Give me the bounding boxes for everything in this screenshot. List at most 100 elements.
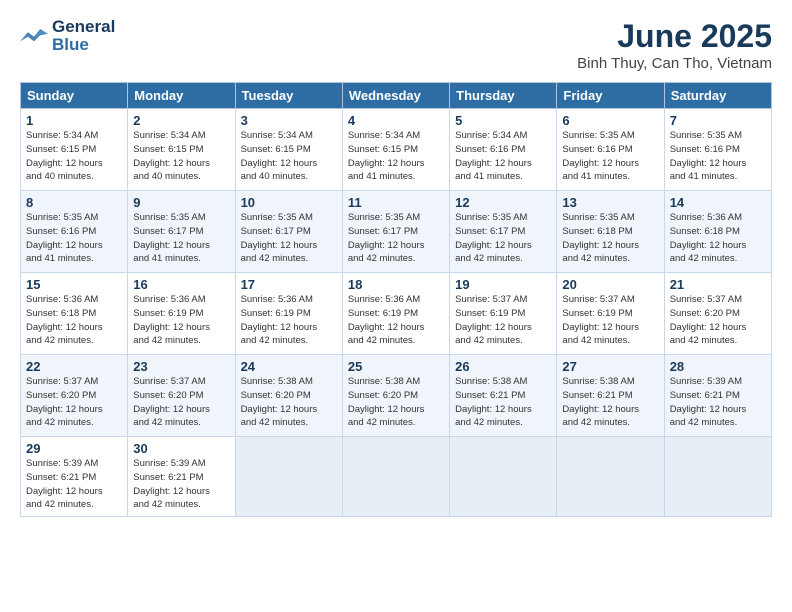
calendar-cell: 19Sunrise: 5:37 AM Sunset: 6:19 PM Dayli… [450,273,557,355]
day-info: Sunrise: 5:37 AM Sunset: 6:19 PM Dayligh… [562,293,658,348]
day-number: 11 [348,195,444,210]
day-number: 8 [26,195,122,210]
day-info: Sunrise: 5:35 AM Sunset: 6:17 PM Dayligh… [455,211,551,266]
day-info: Sunrise: 5:35 AM Sunset: 6:17 PM Dayligh… [348,211,444,266]
day-number: 9 [133,195,229,210]
calendar-subtitle: Binh Thuy, Can Tho, Vietnam [577,55,772,72]
calendar-cell: 16Sunrise: 5:36 AM Sunset: 6:19 PM Dayli… [128,273,235,355]
day-info: Sunrise: 5:38 AM Sunset: 6:21 PM Dayligh… [455,375,551,430]
calendar-table: Sunday Monday Tuesday Wednesday Thursday… [20,82,772,517]
calendar-cell: 27Sunrise: 5:38 AM Sunset: 6:21 PM Dayli… [557,355,664,437]
day-info: Sunrise: 5:34 AM Sunset: 6:15 PM Dayligh… [133,129,229,184]
calendar-cell [450,437,557,517]
day-number: 17 [241,277,337,292]
calendar-cell: 9Sunrise: 5:35 AM Sunset: 6:17 PM Daylig… [128,191,235,273]
day-number: 23 [133,359,229,374]
calendar-cell: 13Sunrise: 5:35 AM Sunset: 6:18 PM Dayli… [557,191,664,273]
day-info: Sunrise: 5:36 AM Sunset: 6:18 PM Dayligh… [670,211,766,266]
day-info: Sunrise: 5:35 AM Sunset: 6:16 PM Dayligh… [26,211,122,266]
day-info: Sunrise: 5:35 AM Sunset: 6:17 PM Dayligh… [241,211,337,266]
header-thursday: Thursday [450,83,557,109]
calendar-cell: 22Sunrise: 5:37 AM Sunset: 6:20 PM Dayli… [21,355,128,437]
calendar-cell [557,437,664,517]
day-info: Sunrise: 5:39 AM Sunset: 6:21 PM Dayligh… [26,457,122,512]
calendar-cell [664,437,771,517]
calendar-cell: 10Sunrise: 5:35 AM Sunset: 6:17 PM Dayli… [235,191,342,273]
calendar-cell: 12Sunrise: 5:35 AM Sunset: 6:17 PM Dayli… [450,191,557,273]
day-number: 29 [26,441,122,456]
day-info: Sunrise: 5:34 AM Sunset: 6:15 PM Dayligh… [348,129,444,184]
header: General Blue June 2025 Binh Thuy, Can Th… [20,18,772,72]
header-saturday: Saturday [664,83,771,109]
day-info: Sunrise: 5:36 AM Sunset: 6:18 PM Dayligh… [26,293,122,348]
day-number: 28 [670,359,766,374]
day-number: 30 [133,441,229,456]
calendar-cell: 3Sunrise: 5:34 AM Sunset: 6:15 PM Daylig… [235,109,342,191]
calendar-cell: 21Sunrise: 5:37 AM Sunset: 6:20 PM Dayli… [664,273,771,355]
calendar-cell: 8Sunrise: 5:35 AM Sunset: 6:16 PM Daylig… [21,191,128,273]
day-number: 20 [562,277,658,292]
day-number: 27 [562,359,658,374]
calendar-cell: 5Sunrise: 5:34 AM Sunset: 6:16 PM Daylig… [450,109,557,191]
day-number: 22 [26,359,122,374]
day-info: Sunrise: 5:35 AM Sunset: 6:16 PM Dayligh… [562,129,658,184]
day-number: 14 [670,195,766,210]
calendar-cell: 17Sunrise: 5:36 AM Sunset: 6:19 PM Dayli… [235,273,342,355]
day-info: Sunrise: 5:37 AM Sunset: 6:20 PM Dayligh… [133,375,229,430]
logo: General Blue [20,18,115,54]
day-number: 3 [241,113,337,128]
calendar-cell: 4Sunrise: 5:34 AM Sunset: 6:15 PM Daylig… [342,109,449,191]
calendar-cell: 11Sunrise: 5:35 AM Sunset: 6:17 PM Dayli… [342,191,449,273]
calendar-cell: 1Sunrise: 5:34 AM Sunset: 6:15 PM Daylig… [21,109,128,191]
calendar-cell: 24Sunrise: 5:38 AM Sunset: 6:20 PM Dayli… [235,355,342,437]
calendar-page: General Blue June 2025 Binh Thuy, Can Th… [0,0,792,612]
calendar-cell [342,437,449,517]
calendar-cell: 28Sunrise: 5:39 AM Sunset: 6:21 PM Dayli… [664,355,771,437]
day-info: Sunrise: 5:34 AM Sunset: 6:15 PM Dayligh… [26,129,122,184]
day-number: 19 [455,277,551,292]
calendar-cell: 30Sunrise: 5:39 AM Sunset: 6:21 PM Dayli… [128,437,235,517]
day-number: 13 [562,195,658,210]
day-info: Sunrise: 5:36 AM Sunset: 6:19 PM Dayligh… [348,293,444,348]
calendar-cell: 14Sunrise: 5:36 AM Sunset: 6:18 PM Dayli… [664,191,771,273]
day-info: Sunrise: 5:35 AM Sunset: 6:18 PM Dayligh… [562,211,658,266]
calendar-cell [235,437,342,517]
header-monday: Monday [128,83,235,109]
day-number: 21 [670,277,766,292]
day-info: Sunrise: 5:36 AM Sunset: 6:19 PM Dayligh… [133,293,229,348]
day-number: 5 [455,113,551,128]
header-friday: Friday [557,83,664,109]
calendar-cell: 25Sunrise: 5:38 AM Sunset: 6:20 PM Dayli… [342,355,449,437]
day-info: Sunrise: 5:37 AM Sunset: 6:20 PM Dayligh… [26,375,122,430]
calendar-cell: 2Sunrise: 5:34 AM Sunset: 6:15 PM Daylig… [128,109,235,191]
day-info: Sunrise: 5:39 AM Sunset: 6:21 PM Dayligh… [133,457,229,512]
calendar-title: June 2025 [577,18,772,55]
header-wednesday: Wednesday [342,83,449,109]
day-number: 25 [348,359,444,374]
day-number: 6 [562,113,658,128]
day-info: Sunrise: 5:39 AM Sunset: 6:21 PM Dayligh… [670,375,766,430]
day-number: 7 [670,113,766,128]
day-info: Sunrise: 5:35 AM Sunset: 6:16 PM Dayligh… [670,129,766,184]
day-info: Sunrise: 5:38 AM Sunset: 6:20 PM Dayligh… [241,375,337,430]
logo-blue: Blue [52,36,115,54]
day-info: Sunrise: 5:37 AM Sunset: 6:20 PM Dayligh… [670,293,766,348]
calendar-cell: 18Sunrise: 5:36 AM Sunset: 6:19 PM Dayli… [342,273,449,355]
logo-general: General [52,18,115,36]
header-tuesday: Tuesday [235,83,342,109]
day-info: Sunrise: 5:35 AM Sunset: 6:17 PM Dayligh… [133,211,229,266]
logo-icon [20,26,48,46]
calendar-cell: 29Sunrise: 5:39 AM Sunset: 6:21 PM Dayli… [21,437,128,517]
day-info: Sunrise: 5:34 AM Sunset: 6:15 PM Dayligh… [241,129,337,184]
weekday-header-row: Sunday Monday Tuesday Wednesday Thursday… [21,83,772,109]
calendar-cell: 23Sunrise: 5:37 AM Sunset: 6:20 PM Dayli… [128,355,235,437]
calendar-cell: 7Sunrise: 5:35 AM Sunset: 6:16 PM Daylig… [664,109,771,191]
day-number: 1 [26,113,122,128]
day-info: Sunrise: 5:37 AM Sunset: 6:19 PM Dayligh… [455,293,551,348]
day-number: 24 [241,359,337,374]
day-number: 15 [26,277,122,292]
calendar-cell: 20Sunrise: 5:37 AM Sunset: 6:19 PM Dayli… [557,273,664,355]
day-number: 2 [133,113,229,128]
day-number: 4 [348,113,444,128]
day-number: 26 [455,359,551,374]
